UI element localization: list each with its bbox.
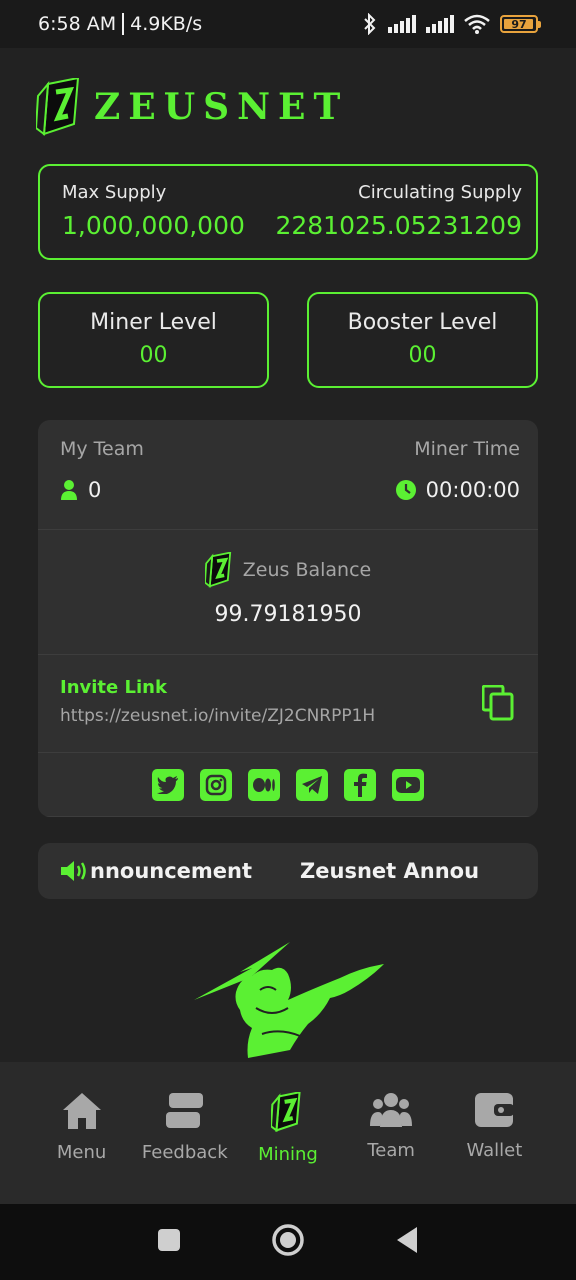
miner-level-label: Miner Level	[90, 310, 217, 335]
announcement-text: nnouncement	[90, 859, 253, 883]
wifi-icon	[464, 14, 490, 34]
circulating-supply-value: 2281025.05231209	[275, 211, 522, 240]
status-left: 6:58 AM 4.9KB/s	[38, 13, 202, 35]
nav-item-feedback[interactable]: Feedback	[137, 1092, 233, 1163]
balance-section: Zeus Balance 99.79181950	[38, 530, 538, 655]
nav-label: Wallet	[466, 1140, 523, 1161]
divider	[122, 13, 125, 35]
brand-logo: ZEUSNET	[36, 78, 348, 136]
team-count: 0	[60, 478, 101, 502]
announcement-ticker[interactable]: nnouncement Zeusnet Announc	[38, 843, 538, 899]
max-supply-label: Max Supply	[62, 182, 167, 203]
zeus-illustration	[190, 938, 390, 1062]
system-nav	[0, 1204, 576, 1280]
back-button[interactable]	[395, 1226, 419, 1258]
status-right: 97	[362, 13, 541, 35]
home-button[interactable]	[271, 1223, 305, 1261]
zeus-coin-icon	[204, 552, 231, 588]
my-team-label: My Team	[60, 438, 144, 460]
youtube-icon[interactable]	[392, 768, 424, 801]
speaker-icon	[61, 861, 86, 881]
battery-icon: 97	[500, 15, 541, 33]
recents-button[interactable]	[157, 1228, 181, 1256]
invite-link-url[interactable]: https://zeusnet.io/invite/ZJ2CNRPP1H	[60, 706, 520, 726]
miner-level-card[interactable]: Miner Level 00	[38, 292, 269, 388]
nav-item-team[interactable]: Team	[343, 1092, 439, 1161]
copy-icon	[481, 684, 514, 721]
announcement-text: Zeusnet Announc	[300, 859, 480, 883]
back-triangle-icon	[397, 1227, 417, 1253]
user-icon	[61, 480, 77, 500]
instagram-icon[interactable]	[200, 768, 232, 801]
nav-item-wallet[interactable]: Wallet	[446, 1092, 542, 1161]
miner-time: 00:00:00	[395, 478, 520, 502]
twitter-icon[interactable]	[152, 768, 184, 801]
mining-panel: My Team Miner Time 0 00:00:00 Zeus Balan…	[38, 420, 538, 817]
booster-level-label: Booster Level	[347, 310, 498, 335]
wallet-icon	[475, 1093, 515, 1127]
social-links	[38, 753, 538, 817]
balance-amount: 99.79181950	[214, 602, 362, 627]
clock-icon	[395, 480, 416, 500]
nav-label: Team	[367, 1140, 415, 1161]
nav-label: Mining	[258, 1144, 318, 1165]
medium-icon[interactable]	[248, 768, 280, 801]
supply-card: Max Supply Circulating Supply 1,000,000,…	[38, 164, 538, 260]
team-icon	[370, 1093, 413, 1127]
mining-icon	[270, 1092, 301, 1132]
nav-item-menu[interactable]: Menu	[34, 1092, 130, 1163]
feedback-icon	[165, 1093, 203, 1128]
nav-item-mining[interactable]: Mining	[240, 1092, 336, 1165]
bluetooth-icon	[364, 13, 376, 35]
zeusnet-logo-icon	[36, 78, 80, 136]
signal-icon	[388, 15, 416, 33]
miner-level-value: 00	[139, 343, 168, 368]
telegram-icon[interactable]	[296, 768, 328, 801]
app-screen: ZEUSNET Max Supply Circulating Supply 1,…	[0, 48, 576, 1062]
status-bar: 6:58 AM 4.9KB/s 97	[0, 0, 576, 48]
booster-level-card[interactable]: Booster Level 00	[307, 292, 538, 388]
max-supply-value: 1,000,000,000	[62, 211, 245, 240]
circulating-supply-label: Circulating Supply	[358, 182, 522, 203]
home-icon	[62, 1093, 101, 1129]
nav-label: Menu	[56, 1142, 107, 1163]
balance-label: Zeus Balance	[242, 559, 372, 581]
network-speed: 4.9KB/s	[130, 13, 203, 35]
miner-time-label: Miner Time	[414, 438, 520, 460]
invite-section: Invite Link https://zeusnet.io/invite/ZJ…	[38, 655, 538, 753]
nav-label: Feedback	[141, 1142, 228, 1163]
brand-name: ZEUSNET	[94, 86, 349, 128]
clock: 6:58 AM	[38, 13, 117, 35]
bottom-nav: Menu Feedback Mining Team Wallet	[0, 1062, 576, 1204]
signal-icon	[426, 15, 454, 33]
team-section: My Team Miner Time 0 00:00:00	[38, 420, 538, 530]
square-icon	[158, 1229, 180, 1251]
circle-icon	[272, 1224, 304, 1256]
booster-level-value: 00	[408, 343, 437, 368]
invite-link-label: Invite Link	[60, 677, 167, 698]
facebook-icon[interactable]	[344, 768, 376, 801]
copy-button[interactable]	[481, 684, 514, 725]
announcement-text-clip: nnouncement Zeusnet Announc	[90, 859, 480, 883]
